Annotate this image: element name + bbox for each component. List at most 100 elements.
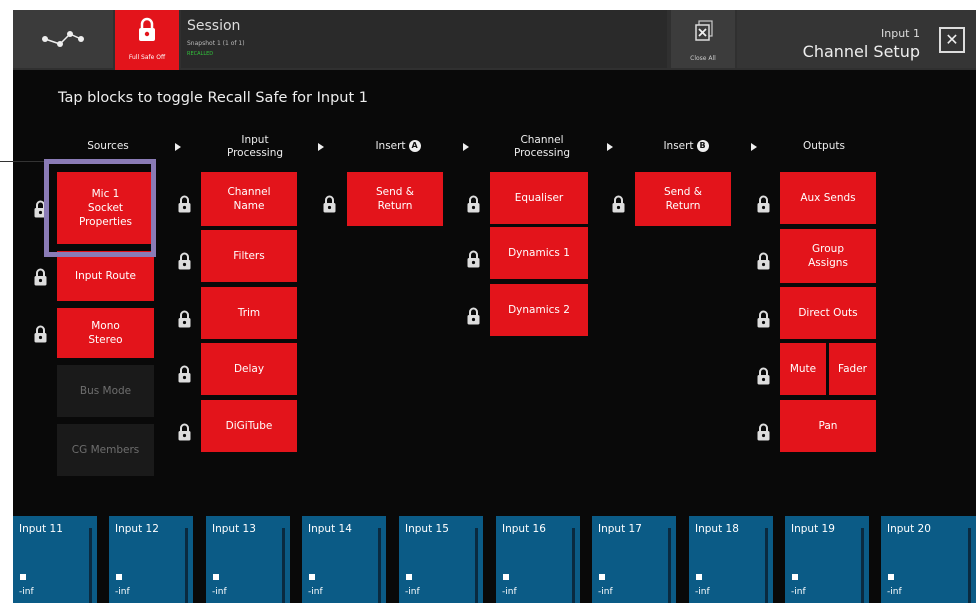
level-meter (282, 528, 285, 603)
channel-tile-name: Input 12 (115, 523, 159, 535)
channel-tile[interactable]: Input 18 -inf (689, 516, 773, 603)
channel-tile-level: -inf (212, 587, 227, 597)
block-label: CG Members (71, 444, 140, 456)
delay-block[interactable]: Delay (201, 343, 297, 395)
header-line: Channel (520, 134, 564, 146)
padlock-icon[interactable] (467, 307, 480, 325)
channel-indicator (696, 574, 702, 580)
dynamics-1-block[interactable]: Dynamics 1 (490, 227, 588, 279)
channel-indicator (888, 574, 894, 580)
dynamics-2-block[interactable]: Dynamics 2 (490, 284, 588, 336)
aux-sends-block[interactable]: Aux Sends (780, 172, 876, 224)
highlight-box (44, 159, 156, 257)
block-label: Filters (233, 250, 265, 262)
full-safe-button[interactable]: Full Safe Off (115, 10, 179, 68)
pan-block[interactable]: Pan (780, 400, 876, 452)
mono-stereo-block[interactable]: Mono Stereo (57, 308, 154, 358)
channel-setup-screen: Full Safe Off Session Snapshot 1 (1 of 1… (13, 10, 976, 603)
mute-block[interactable]: Mute (780, 343, 826, 395)
insert-b-badge: B (696, 140, 709, 152)
padlock-icon[interactable] (757, 367, 770, 385)
padlock-icon[interactable] (757, 252, 770, 270)
digitube-block[interactable]: DiGiTube (201, 400, 297, 452)
close-all-button[interactable]: Close All (671, 10, 735, 68)
channel-indicator (503, 574, 509, 580)
block-label-line: Mono (91, 320, 120, 332)
block-label: Fader (838, 363, 867, 375)
flow-arrow (318, 143, 324, 151)
equaliser-block[interactable]: Equaliser (490, 172, 588, 224)
channel-indicator (406, 574, 412, 580)
block-label: Input Route (74, 270, 136, 282)
padlock-icon[interactable] (757, 310, 770, 328)
channel-indicator (792, 574, 798, 580)
close-icon[interactable]: ✕ (939, 27, 965, 53)
header-sources: Sources (87, 140, 129, 152)
padlock-icon[interactable] (178, 195, 191, 213)
padlock-icon[interactable] (178, 365, 191, 383)
direct-outs-block[interactable]: Direct Outs (780, 287, 876, 339)
block-label-line: Return (377, 200, 413, 212)
channel-tile[interactable]: Input 19 -inf (785, 516, 869, 603)
padlock-icon[interactable] (178, 310, 191, 328)
channel-tile-level: -inf (695, 587, 710, 597)
insert-b-send-return-block[interactable]: Send & Return (635, 172, 731, 226)
input-route-block[interactable]: Input Route (57, 251, 154, 301)
channel-tile-name: Input 18 (695, 523, 739, 535)
channel-tile[interactable]: Input 17 -inf (592, 516, 676, 603)
channel-tile-name: Input 15 (405, 523, 449, 535)
channel-tile-level: -inf (791, 587, 806, 597)
channel-tile-level: -inf (502, 587, 517, 597)
block-label: Group Assigns (808, 242, 848, 270)
padlock-icon[interactable] (34, 268, 47, 286)
block-label: Dynamics 1 (508, 247, 570, 259)
level-meter (572, 528, 575, 603)
channel-tile[interactable]: Input 11 -inf (13, 516, 97, 603)
level-meter (968, 528, 971, 603)
padlock-icon[interactable] (467, 250, 480, 268)
insert-a-send-return-block[interactable]: Send & Return (347, 172, 443, 226)
header-line: Input (241, 134, 269, 146)
channel-tile-level: -inf (405, 587, 420, 597)
padlock-icon[interactable] (34, 325, 47, 343)
channel-tile[interactable]: Input 13 -inf (206, 516, 290, 603)
block-label: Channel Name (227, 185, 270, 213)
filters-block[interactable]: Filters (201, 230, 297, 282)
trim-block[interactable]: Trim (201, 287, 297, 339)
channel-tile-name: Input 17 (598, 523, 642, 535)
padlock-icon[interactable] (323, 195, 336, 213)
header-channel-processing: Channel Processing (487, 134, 597, 160)
network-button[interactable] (13, 10, 113, 68)
session-panel[interactable]: Session Snapshot 1 (1 of 1) RECALLED (181, 10, 667, 68)
full-safe-label: Full Safe Off (128, 54, 166, 61)
session-snapshot: Snapshot 1 (1 of 1) (187, 40, 245, 47)
flow-arrow (607, 143, 613, 151)
header-outputs: Outputs (803, 140, 845, 152)
channel-name-block[interactable]: Channel Name (201, 172, 297, 226)
channel-tile[interactable]: Input 20 -inf (881, 516, 976, 603)
channel-tile[interactable]: Input 16 -inf (496, 516, 580, 603)
padlock-icon (139, 17, 155, 41)
insert-a-badge: A (408, 140, 421, 152)
channel-tile-level: -inf (598, 587, 613, 597)
channel-tile-name: Input 20 (887, 523, 931, 535)
fader-block[interactable]: Fader (829, 343, 876, 395)
network-icon (42, 31, 84, 47)
block-label-line: Send & (664, 186, 702, 198)
block-label: DiGiTube (225, 420, 273, 432)
session-title: Session (187, 18, 241, 34)
channel-tile[interactable]: Input 15 -inf (399, 516, 483, 603)
channel-tile[interactable]: Input 14 -inf (302, 516, 386, 603)
padlock-icon[interactable] (757, 195, 770, 213)
padlock-icon[interactable] (467, 195, 480, 213)
group-assigns-block[interactable]: Group Assigns (780, 229, 876, 283)
block-label-line: Channel (227, 186, 271, 198)
padlock-icon[interactable] (178, 252, 191, 270)
padlock-icon[interactable] (757, 423, 770, 441)
channel-tile-name: Input 11 (19, 523, 63, 535)
channel-indicator (213, 574, 219, 580)
block-label-line: Name (233, 200, 265, 212)
channel-tile[interactable]: Input 12 -inf (109, 516, 193, 603)
padlock-icon[interactable] (178, 423, 191, 441)
padlock-icon[interactable] (612, 195, 625, 213)
